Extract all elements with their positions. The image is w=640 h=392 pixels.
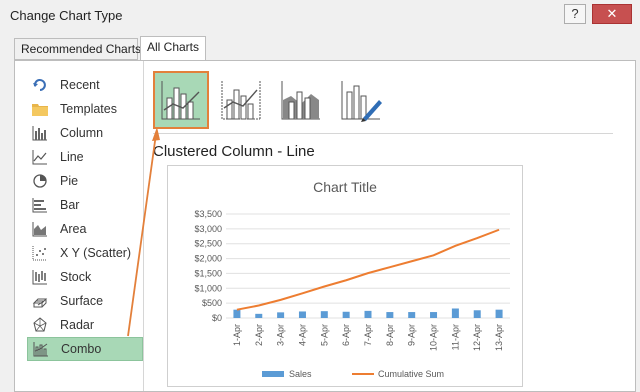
sidebar-item-bar[interactable]: Bar — [27, 193, 143, 217]
radar-chart-icon — [31, 317, 49, 333]
legend-label-cumulative: Cumulative Sum — [378, 369, 444, 379]
bar-sales — [277, 312, 285, 318]
legend-swatch-sales — [262, 371, 284, 377]
close-button[interactable]: ✕ — [592, 4, 632, 24]
selected-chart-type-name: Clustered Column - Line — [153, 143, 315, 160]
area-chart-icon — [31, 221, 49, 237]
sidebar-item-templates[interactable]: Templates — [27, 97, 143, 121]
sidebar-item-column[interactable]: Column — [27, 121, 143, 145]
sidebar-item-label: Radar — [60, 318, 95, 332]
sidebar-item-radar[interactable]: Radar — [27, 313, 143, 337]
x-tick-label: 9-Apr — [407, 324, 417, 346]
x-tick-label: 7-Apr — [363, 324, 373, 346]
custom-combination-icon — [341, 81, 382, 122]
window-title: Change Chart Type — [10, 8, 123, 23]
x-tick-label: 10-Apr — [429, 324, 439, 351]
bar-sales — [255, 313, 263, 318]
pie-chart-icon — [31, 173, 49, 189]
bar-chart-icon — [31, 197, 49, 213]
clustered-column-line-icon — [161, 81, 200, 120]
bar-sales — [473, 310, 481, 318]
x-tick-label: 8-Apr — [385, 324, 395, 346]
subtype-divider — [153, 133, 613, 134]
y-tick-label: $2,500 — [194, 239, 222, 249]
line-cumulative-sum — [236, 228, 500, 311]
line-chart-icon — [31, 149, 49, 165]
sidebar-item-line[interactable]: Line — [27, 145, 143, 169]
bar-sales — [495, 309, 503, 318]
subtype-stacked-area-clustered-column[interactable] — [273, 71, 329, 129]
sidebar-item-label: Surface — [60, 294, 104, 308]
y-tick-label: $3,000 — [194, 224, 222, 234]
sidebar-item-pie[interactable]: Pie — [27, 169, 143, 193]
y-tick-label: $2,000 — [194, 254, 222, 264]
sidebar-item-label: Area — [60, 222, 87, 236]
bar-sales — [298, 311, 306, 318]
sidebar-item-label: Recent — [60, 78, 100, 92]
bar-sales — [451, 308, 459, 318]
tab-all-charts[interactable]: All Charts — [140, 36, 206, 61]
y-tick-label: $1,500 — [194, 268, 222, 278]
y-tick-label: $500 — [202, 298, 222, 308]
column-chart-icon — [31, 125, 49, 141]
sidebar-item-combo[interactable]: Combo — [27, 337, 143, 361]
bar-sales — [342, 311, 350, 318]
sidebar-item-label: Bar — [60, 198, 80, 212]
scatter-chart-icon — [31, 245, 49, 261]
sidebar-item-recent[interactable]: Recent — [27, 73, 143, 97]
subtype-clustered-column-line[interactable] — [153, 71, 209, 129]
bar-sales — [408, 312, 416, 318]
sidebar-item-label: Line — [60, 150, 84, 164]
sidebar-item-label: Templates — [60, 102, 117, 116]
x-tick-label: 11-Apr — [450, 324, 460, 350]
sidebar-divider — [143, 61, 144, 391]
y-tick-label: $3,500 — [194, 209, 222, 219]
sidebar-item-surface[interactable]: Surface — [27, 289, 143, 313]
folder-icon — [31, 101, 49, 117]
tab-recommended-charts[interactable]: Recommended Charts — [14, 38, 141, 60]
x-tick-label: 5-Apr — [319, 324, 329, 346]
x-tick-label: 6-Apr — [341, 324, 351, 346]
x-tick-label: 12-Apr — [472, 324, 482, 351]
stock-chart-icon — [31, 269, 49, 285]
surface-chart-icon — [31, 293, 49, 309]
sidebar-item-label: Combo — [61, 342, 102, 356]
x-tick-label: 4-Apr — [297, 324, 307, 346]
window-titlebar: Change Chart Type ? ✕ — [0, 0, 640, 30]
sidebar-item-area[interactable]: Area — [27, 217, 143, 241]
bar-sales — [320, 311, 328, 318]
sidebar-item-label: Pie — [60, 174, 79, 188]
bar-sales — [364, 310, 372, 318]
bar-sales — [386, 312, 394, 318]
sidebar-item-label: X Y (Scatter) — [60, 246, 132, 260]
help-button[interactable]: ? — [564, 4, 586, 24]
sidebar-item-label: Stock — [60, 270, 92, 284]
y-tick-label: $1,000 — [194, 283, 222, 293]
all-charts-panel: Recent Templates Column Line Pie Bar Are… — [14, 60, 636, 392]
x-tick-label: 2-Apr — [254, 324, 264, 346]
x-tick-label: 1-Apr — [232, 324, 242, 346]
subtype-custom-combination[interactable] — [333, 71, 389, 129]
column-line-secondary-axis-icon — [221, 81, 261, 120]
combo-chart-preview: Chart Title $0 $500 $1,000 $1,500 $2,000 $2,5… — [194, 179, 510, 379]
bar-sales — [233, 309, 241, 318]
chart-preview: Chart Title $0 $500 $1,000 $1,500 $2,000 $2,5… — [167, 165, 523, 387]
sidebar-item-stock[interactable]: Stock — [27, 265, 143, 289]
sidebar-item-label: Column — [60, 126, 104, 140]
chart-title: Chart Title — [313, 179, 377, 195]
bar-sales — [430, 312, 438, 318]
area-column-icon — [281, 81, 320, 120]
y-tick-label: $0 — [212, 313, 222, 323]
x-tick-label: 13-Apr — [494, 324, 504, 351]
combo-chart-icon — [32, 341, 50, 357]
subtype-clustered-column-line-secondary-axis[interactable] — [213, 71, 269, 129]
x-tick-label: 3-Apr — [276, 324, 286, 346]
sidebar-item-scatter[interactable]: X Y (Scatter) — [27, 241, 143, 265]
legend-label-sales: Sales — [289, 369, 312, 379]
recent-icon — [31, 77, 49, 93]
